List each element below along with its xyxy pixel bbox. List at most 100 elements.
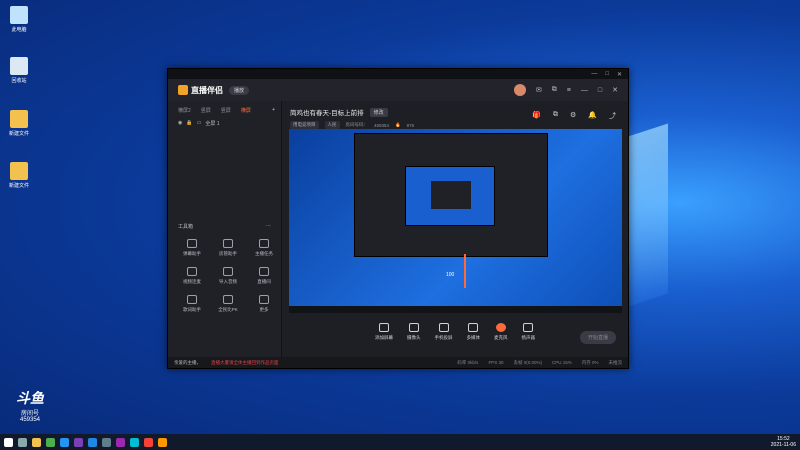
eye-icon[interactable]: ◉ — [178, 120, 182, 127]
category-tag[interactable]: 用电竞项目 — [290, 121, 319, 129]
tool-admin[interactable]: 房管助手 — [210, 239, 246, 257]
system-clock[interactable]: 15:52 2021-11-06 — [771, 436, 796, 448]
message-icon[interactable]: ✉ — [536, 86, 542, 94]
main-panel: 简鸡也有春天-目标上前排 修改 用电竞项目 人民 房间号码： 459354 🔥 … — [282, 101, 628, 313]
status-metrics: 码率 0kb/s FPS 30 丢帧 0(0.00%) CPU 15% 内存 0… — [457, 360, 622, 366]
cpu-metric: CPU 15% — [551, 359, 572, 365]
edit-title-button[interactable]: 修改 — [369, 107, 388, 117]
task-icon — [259, 239, 269, 248]
start-icon[interactable] — [4, 437, 13, 447]
minimize-icon[interactable]: — — [591, 71, 597, 77]
close-icon[interactable]: ✕ — [617, 71, 622, 78]
tool-video-link[interactable]: 视频连麦 — [174, 267, 210, 285]
visual-studio-icon[interactable] — [74, 437, 83, 447]
volume-value: 100 — [446, 272, 455, 278]
outer-window-controls: — □ ✕ — [168, 69, 628, 79]
camera-button[interactable]: 摄像头 — [407, 323, 421, 341]
microphone-button[interactable]: 麦克风 — [494, 323, 508, 341]
close-icon[interactable]: ✕ — [612, 86, 618, 94]
explorer-icon[interactable] — [32, 437, 41, 447]
tool-room[interactable]: 直播间 — [246, 267, 282, 285]
watermark-sub: 房间号 — [20, 411, 39, 417]
tools-title: 工具箱 — [178, 224, 194, 230]
tab-scene-4[interactable]: 横屏 — [241, 107, 251, 114]
status-bar: 亲爱的主播， 直播大厦请全体主播回到作品页面 码率 0kb/s FPS 30 丢… — [168, 357, 628, 368]
add-screen-button[interactable]: 添加屏幕 — [375, 323, 393, 341]
pk-icon — [223, 295, 233, 304]
tool-import[interactable]: 导入音频 — [210, 267, 246, 285]
minimize-icon[interactable]: — — [581, 87, 588, 94]
folder-icon — [10, 110, 28, 128]
bitrate-metric: 码率 0kb/s — [457, 359, 479, 365]
fire-icon: 🔥 — [395, 122, 401, 127]
app-icon[interactable] — [130, 437, 139, 447]
vscode-icon[interactable] — [88, 437, 97, 447]
version-pill[interactable]: 播放 — [229, 85, 250, 95]
nested-preview-window — [354, 133, 548, 257]
lock-icon[interactable]: 🔒 — [186, 120, 192, 127]
maximize-icon[interactable]: □ — [605, 71, 609, 77]
app-icon[interactable] — [116, 437, 125, 447]
memory-metric: 内存 0% — [581, 359, 599, 365]
tools-header: 工具箱 ⋯ — [178, 223, 271, 230]
scene-source-row[interactable]: ◉ 🔒 ▭ 全屏 1 — [168, 118, 281, 129]
mic-icon — [495, 323, 506, 332]
desktop-icon-file-2[interactable]: 新建文件 — [4, 162, 34, 189]
admin-icon — [223, 239, 233, 248]
tab-scene-2[interactable]: 竖屏 — [201, 107, 211, 114]
media-button[interactable]: 多媒体 — [467, 323, 480, 341]
scene-tabs: 横屏2 竖屏 竖屏 横屏 + — [168, 101, 281, 118]
room-number: 459354 — [374, 122, 390, 128]
edge-icon[interactable] — [60, 437, 69, 447]
skin-icon[interactable]: ⧉ — [552, 86, 557, 94]
phone-cast-button[interactable]: 手机投屏 — [435, 323, 453, 341]
add-scene-icon[interactable]: + — [272, 107, 275, 114]
volume-slider-fill — [464, 254, 466, 288]
tools-grid: 弹幕助手 房管助手 主播任务 视频连麦 导入音频 直播间 歌词助手 全民比PK … — [174, 239, 282, 313]
share-icon[interactable]: ⤴ — [609, 111, 616, 121]
app-title: 直播伴侣 — [191, 85, 223, 95]
app-icon[interactable] — [144, 437, 153, 447]
stream-title: 简鸡也有春天-目标上前排 — [290, 110, 364, 117]
scene-source-label: 全屏 1 — [205, 121, 220, 127]
stream-preview[interactable] — [289, 129, 622, 313]
speaker-button[interactable]: 扬声器 — [522, 323, 535, 341]
room-prefix: 房间号码： — [345, 122, 369, 127]
nested-preview-deep — [431, 181, 471, 209]
search-icon[interactable] — [18, 437, 27, 447]
monitor-icon: ▭ — [196, 120, 202, 126]
status-warning[interactable]: 直播大厦请全体主播回到作品页面 — [211, 360, 279, 366]
maximize-icon[interactable]: □ — [598, 87, 602, 94]
tools-more-icon[interactable]: ⋯ — [266, 223, 271, 230]
tool-pk[interactable]: 全民比PK — [210, 295, 246, 313]
start-live-button[interactable]: 开始直播 — [579, 331, 616, 344]
chrome-icon[interactable] — [46, 437, 55, 447]
tab-scene-3[interactable]: 竖屏 — [221, 107, 231, 114]
live-companion-icon[interactable] — [158, 437, 167, 447]
terminal-icon[interactable] — [102, 437, 111, 447]
desktop-icon-recycle-bin[interactable]: 回收站 — [4, 57, 34, 84]
tool-task[interactable]: 主播任务 — [246, 239, 282, 257]
tool-danmaku[interactable]: 弹幕助手 — [174, 239, 210, 257]
douyu-watermark: 斗鱼 房间号 459354 — [10, 388, 50, 423]
tab-scene-1[interactable]: 横屏2 — [178, 107, 191, 114]
media-icon — [468, 323, 479, 332]
watermark-brand: 斗鱼 — [16, 390, 44, 406]
copy-icon[interactable]: ⧉ — [553, 111, 558, 121]
tool-lyrics[interactable]: 歌词助手 — [174, 295, 210, 313]
lyrics-icon — [187, 295, 197, 304]
status-notice: 亲爱的主播， — [174, 359, 201, 365]
gift-icon[interactable]: 🎁 — [532, 111, 541, 121]
menu-icon[interactable]: ≡ — [567, 87, 571, 94]
avatar[interactable] — [513, 84, 526, 96]
import-icon — [223, 267, 233, 276]
tool-more[interactable]: 更多 — [246, 295, 282, 313]
danmaku-icon — [187, 239, 197, 248]
volume-slider[interactable] — [464, 254, 466, 288]
stream-status: 未推流 — [608, 359, 623, 365]
sub-category-tag[interactable]: 人民 — [324, 121, 340, 129]
desktop-icon-this-pc[interactable]: 此电脑 — [4, 6, 34, 33]
settings-icon[interactable]: ⚙ — [570, 111, 576, 121]
desktop-icon-file-1[interactable]: 新建文件 — [4, 110, 34, 137]
bell-icon[interactable]: 🔔 — [588, 111, 597, 121]
